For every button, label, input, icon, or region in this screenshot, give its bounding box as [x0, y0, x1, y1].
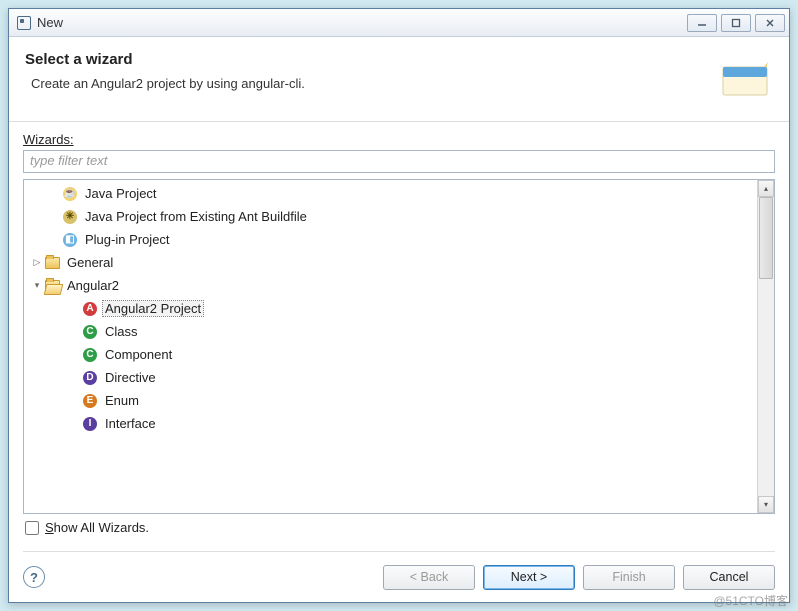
expand-toggle[interactable]: ▷	[30, 256, 44, 270]
ant-icon: ✳	[62, 209, 78, 225]
tree-item-label: Enum	[102, 392, 142, 409]
tree-item-java-ant[interactable]: ✳Java Project from Existing Ant Buildfil…	[24, 205, 757, 228]
tree-item-class[interactable]: CClass	[24, 320, 757, 343]
tree-item-angular2-project[interactable]: AAngular2 Project	[24, 297, 757, 320]
maximize-button[interactable]	[721, 14, 751, 32]
folder-icon	[44, 255, 60, 271]
expand-toggle	[48, 233, 62, 247]
next-button[interactable]: Next >	[483, 565, 575, 590]
folder-open-icon	[44, 278, 60, 294]
wizards-label: Wizards:	[23, 132, 775, 147]
help-button[interactable]: ?	[23, 566, 45, 588]
tree-item-label: Component	[102, 346, 175, 363]
wizard-icon	[717, 51, 773, 107]
tree-item-label: Java Project from Existing Ant Buildfile	[82, 208, 310, 225]
tree-item-interface[interactable]: IInterface	[24, 412, 757, 435]
tree-item-general[interactable]: ▷ General	[24, 251, 757, 274]
scroll-thumb[interactable]	[759, 197, 773, 279]
minimize-button[interactable]	[687, 14, 717, 32]
footer: ? < Back Next > Finish Cancel	[9, 552, 789, 602]
tree-item-label: Class	[102, 323, 141, 340]
expand-toggle	[68, 371, 82, 385]
scrollbar[interactable]: ▴ ▾	[757, 180, 774, 513]
titlebar[interactable]: New	[9, 9, 789, 37]
tree-item-label: Directive	[102, 369, 159, 386]
D-purple-icon: D	[82, 370, 98, 386]
expand-toggle	[68, 302, 82, 316]
scroll-down-button[interactable]: ▾	[758, 496, 774, 513]
expand-toggle	[68, 348, 82, 362]
scroll-track[interactable]	[758, 197, 774, 496]
dialog-window: New Select a wizard Create an Angular2 p…	[8, 8, 790, 603]
tree-item-label: General	[64, 254, 116, 271]
tree-item-label: Angular2 Project	[102, 300, 204, 317]
tree-item-java-project[interactable]: ☕Java Project	[24, 182, 757, 205]
tree-item-component[interactable]: CComponent	[24, 343, 757, 366]
close-button[interactable]	[755, 14, 785, 32]
expand-toggle	[68, 417, 82, 431]
watermark: @51CTO博客	[713, 592, 788, 609]
tree-item-directive[interactable]: DDirective	[24, 366, 757, 389]
tree-item-angular2[interactable]: ▾ Angular2	[24, 274, 757, 297]
expand-toggle	[68, 394, 82, 408]
tree-item-label: Java Project	[82, 185, 160, 202]
I-purple-icon: I	[82, 416, 98, 432]
tree-item-label: Angular2	[64, 277, 122, 294]
content-area: Wizards: type filter text ☕Java Project✳…	[9, 122, 789, 551]
expand-toggle[interactable]: ▾	[30, 279, 44, 293]
expand-toggle	[68, 325, 82, 339]
java-sun-icon: ☕	[62, 186, 78, 202]
tree-item-label: Plug-in Project	[82, 231, 173, 248]
C-green-icon: C	[82, 324, 98, 340]
eclipse-icon	[17, 16, 31, 30]
header-title: Select a wizard	[25, 51, 717, 68]
E-orange-icon: E	[82, 393, 98, 409]
tree-list[interactable]: ☕Java Project✳Java Project from Existing…	[24, 180, 757, 513]
expand-toggle	[48, 187, 62, 201]
tree-item-label: Interface	[102, 415, 159, 432]
finish-button[interactable]: Finish	[583, 565, 675, 590]
tree-item-plugin[interactable]: ◧Plug-in Project	[24, 228, 757, 251]
expand-toggle	[48, 210, 62, 224]
show-all-row[interactable]: Show All Wizards.	[23, 514, 775, 547]
tree-item-enum[interactable]: EEnum	[24, 389, 757, 412]
C-green-icon: C	[82, 347, 98, 363]
plugin-icon: ◧	[62, 232, 78, 248]
show-all-checkbox[interactable]	[25, 521, 39, 535]
show-all-label: Show All Wizards.	[45, 520, 149, 535]
wizard-tree: ☕Java Project✳Java Project from Existing…	[23, 179, 775, 514]
header-text: Select a wizard Create an Angular2 proje…	[25, 51, 717, 107]
window-title: New	[37, 15, 683, 30]
filter-input[interactable]: type filter text	[23, 150, 775, 173]
wizard-header: Select a wizard Create an Angular2 proje…	[9, 37, 789, 122]
A-red-icon: A	[82, 301, 98, 317]
cancel-button[interactable]: Cancel	[683, 565, 775, 590]
back-button[interactable]: < Back	[383, 565, 475, 590]
scroll-up-button[interactable]: ▴	[758, 180, 774, 197]
header-subtitle: Create an Angular2 project by using angu…	[25, 76, 717, 91]
